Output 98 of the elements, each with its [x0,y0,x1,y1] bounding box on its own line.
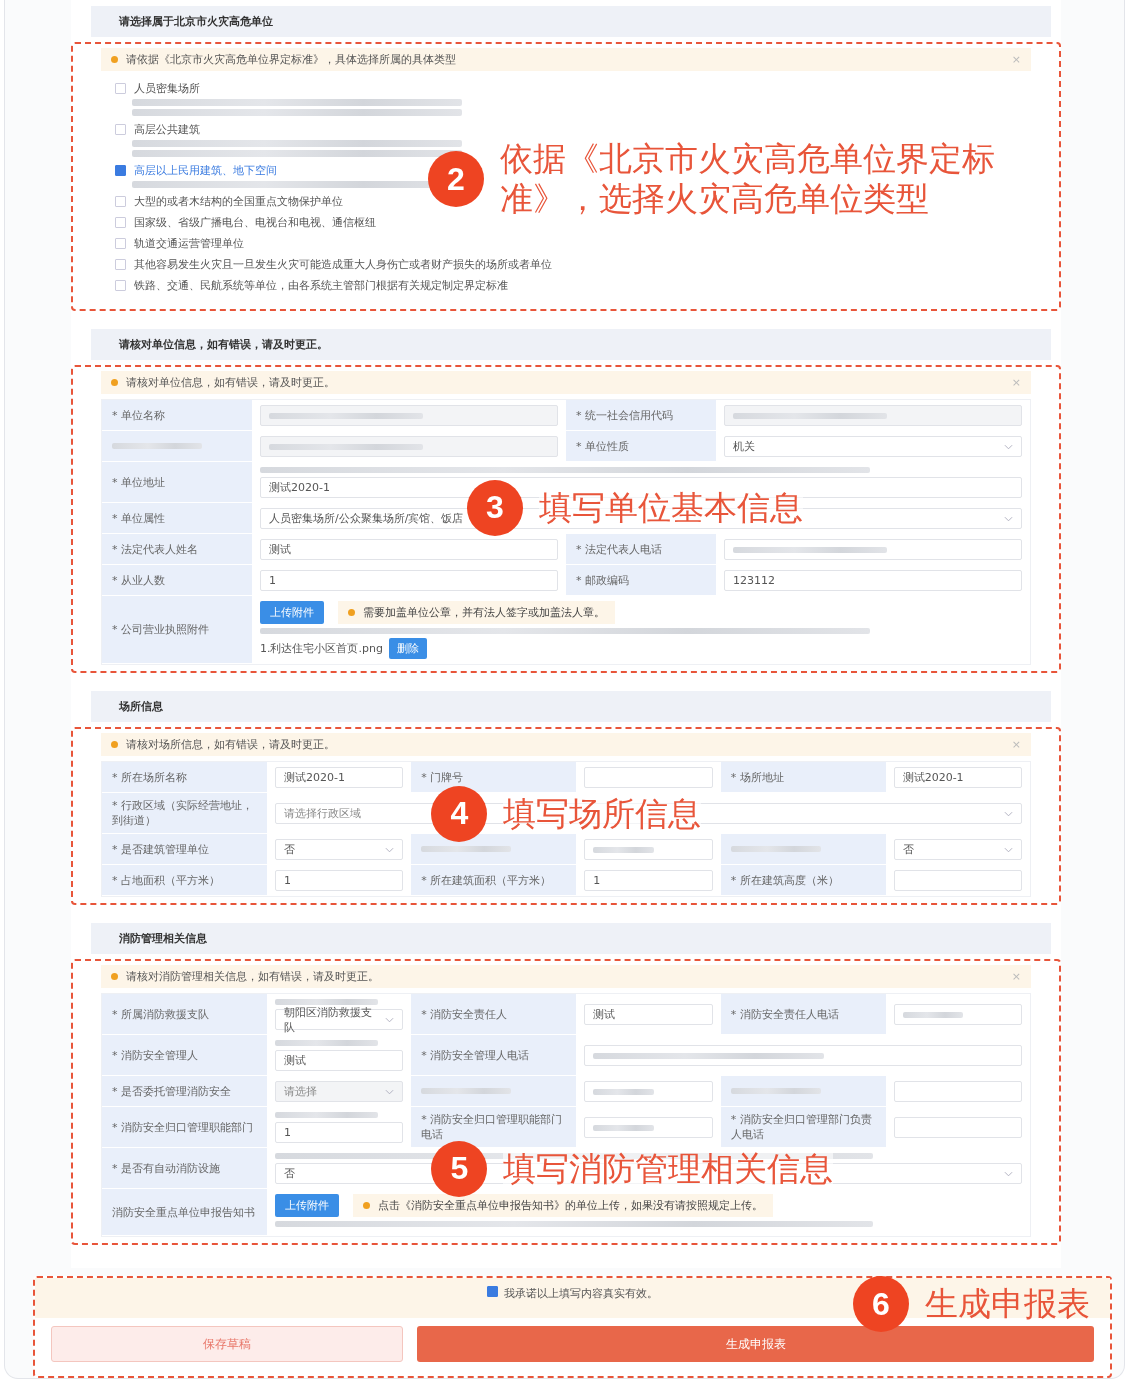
option-label[interactable]: 高层公共建筑 [134,122,200,137]
field-label: * 单位名称 [102,400,252,431]
select-field[interactable]: 机关 [724,436,1022,457]
option-label[interactable]: 铁路、交通、民航系统等单位，由各系统主管部门根据有关规定制定界定标准 [134,278,508,293]
input-field[interactable]: 测试 [584,1004,713,1025]
caret-icon [385,1016,395,1023]
input-field[interactable]: 测试2020-1 [893,767,1022,788]
input-field[interactable] [584,1117,713,1138]
caret-icon [385,846,395,853]
option-label[interactable]: 高层以上民用建筑、地下空间 [134,163,277,178]
input-field[interactable]: 测试 [275,1050,404,1071]
input-field[interactable] [893,1004,1022,1025]
field-label: * 统一社会信用代码 [566,400,716,431]
warning-icon [111,741,118,748]
field-label: * 法定代表人电话 [566,534,716,565]
field-label: * 消防安全归口管理部门负责人电话 [720,1107,886,1148]
field-label: * 占地面积（平方米） [102,865,267,896]
warning-icon [111,379,118,386]
caret-icon [1004,515,1013,522]
input-field[interactable] [584,1045,1022,1066]
field-label: * 是否建筑管理单位 [102,834,267,865]
caret-icon [385,1088,395,1095]
warning-icon [111,973,118,980]
input-field[interactable]: 1 [584,870,713,891]
caret-icon [1004,846,1013,853]
step-number-badge: 2 [428,151,484,207]
option-label[interactable]: 其他容易发生火灾且一旦发生火灾可能造成重大人身伤亡或者财产损失的场所或者单位 [134,257,552,272]
field-label: * 行政区域（实际经营地址，到街道） [102,793,267,834]
notice-text: 请核对单位信息，如有错误，请及时更正。 [126,375,336,390]
section-header: 场所信息 [91,691,1051,722]
input-field[interactable] [584,839,713,860]
input-field[interactable]: 1 [260,570,558,591]
pledge-text: 我承诺以上填写内容真实有效。 [504,1286,658,1301]
input-field[interactable]: 1 [275,1122,404,1143]
checkbox[interactable] [115,165,126,176]
input-field[interactable] [584,767,713,788]
field-label: * 门牌号 [411,762,577,793]
field-label: * 消防安全归口管理职能部门电话 [411,1107,577,1148]
field-label: * 消防安全责任人电话 [720,994,886,1035]
warning-icon [111,56,118,63]
input-field[interactable] [893,1081,1022,1102]
notice-text: 请依据《北京市火灾高危单位界定标准》，具体选择所属的具体类型 [126,52,457,67]
field-label: * 是否有自动消防设施 [102,1148,267,1189]
checkbox[interactable] [115,83,126,94]
field-label: * 是否委托管理消防安全 [102,1076,267,1107]
input-field[interactable] [584,1081,713,1102]
input-field[interactable]: 123112 [724,570,1022,591]
field-label: * 消防安全管理人 [102,1035,267,1076]
field-label: * 单位地址 [102,462,252,503]
field-label: * 所在建筑面积（平方米） [411,865,577,896]
field-label: * 所在场所名称 [102,762,267,793]
input-field[interactable]: 测试 [260,539,558,560]
checkbox[interactable] [115,280,126,291]
caret-icon [1004,810,1013,817]
field-label: * 从业人数 [102,565,252,596]
field-label: * 邮政编码 [566,565,716,596]
option-label[interactable]: 国家级、省级广播电台、电视台和电视、通信枢纽 [134,215,376,230]
field-label: 消防安全重点单位申报告知书 [102,1189,267,1236]
checkbox[interactable] [115,259,126,270]
input-field[interactable] [893,1117,1022,1138]
checkbox[interactable] [115,238,126,249]
notice-text: 请核对消防管理相关信息，如有错误，请及时更正。 [126,969,380,984]
field-label: * 法定代表人姓名 [102,534,252,565]
notice-text: 点击《消防安全重点单位申报告知书》的单位上传，如果没有请按照规定上传。 [378,1198,763,1213]
checkbox[interactable] [115,217,126,228]
option-label[interactable]: 轨道交通运营管理单位 [134,236,244,251]
warning-icon [363,1202,370,1209]
select-field[interactable]: 否 [893,839,1022,860]
input-field[interactable]: 1 [275,870,404,891]
checkbox[interactable] [115,124,126,135]
section-header: 请核对单位信息，如有错误，请及时更正。 [91,329,1051,360]
field-label: * 单位性质 [566,431,716,462]
file-name[interactable]: 1.利达住宅小区首页.png [260,641,383,656]
notice-text: 需要加盖单位公章，并有法人签字或加盖法人章。 [363,605,605,620]
field-label: * 所属消防救援支队 [102,994,267,1035]
caret-icon [1004,443,1013,450]
option-label[interactable]: 大型的或者木结构的全国重点文物保护单位 [134,194,343,209]
section-header: 请选择属于北京市火灾高危单位 [91,6,1051,37]
field-label: * 消防安全责任人 [411,994,577,1035]
field-label: * 消防安全归口管理职能部门 [102,1107,267,1148]
checkbox[interactable] [487,1286,498,1297]
checkbox[interactable] [115,196,126,207]
caret-icon [1004,1170,1013,1177]
field-label: * 单位属性 [102,503,252,534]
field-label: * 消防安全管理人电话 [411,1035,577,1076]
field-label: * 公司营业执照附件 [102,596,252,664]
input-field[interactable] [724,539,1022,560]
section-header: 消防管理相关信息 [91,923,1051,954]
input-field[interactable] [893,870,1022,891]
annotation-text: 生成申报表 [925,1284,1090,1324]
warning-icon [348,609,355,616]
select-field[interactable]: 否 [275,839,404,860]
annotation-text: 依据《北京市火灾高危单位界定标准》，选择火灾高危单位类型 [500,139,996,219]
input-field[interactable]: 测试2020-1 [275,767,404,788]
field-label: * 场所地址 [720,762,886,793]
field-label: * 所在建筑高度（米） [720,865,886,896]
notice-text: 请核对场所信息，如有错误，请及时更正。 [126,737,336,752]
option-label[interactable]: 人员密集场所 [134,81,200,96]
